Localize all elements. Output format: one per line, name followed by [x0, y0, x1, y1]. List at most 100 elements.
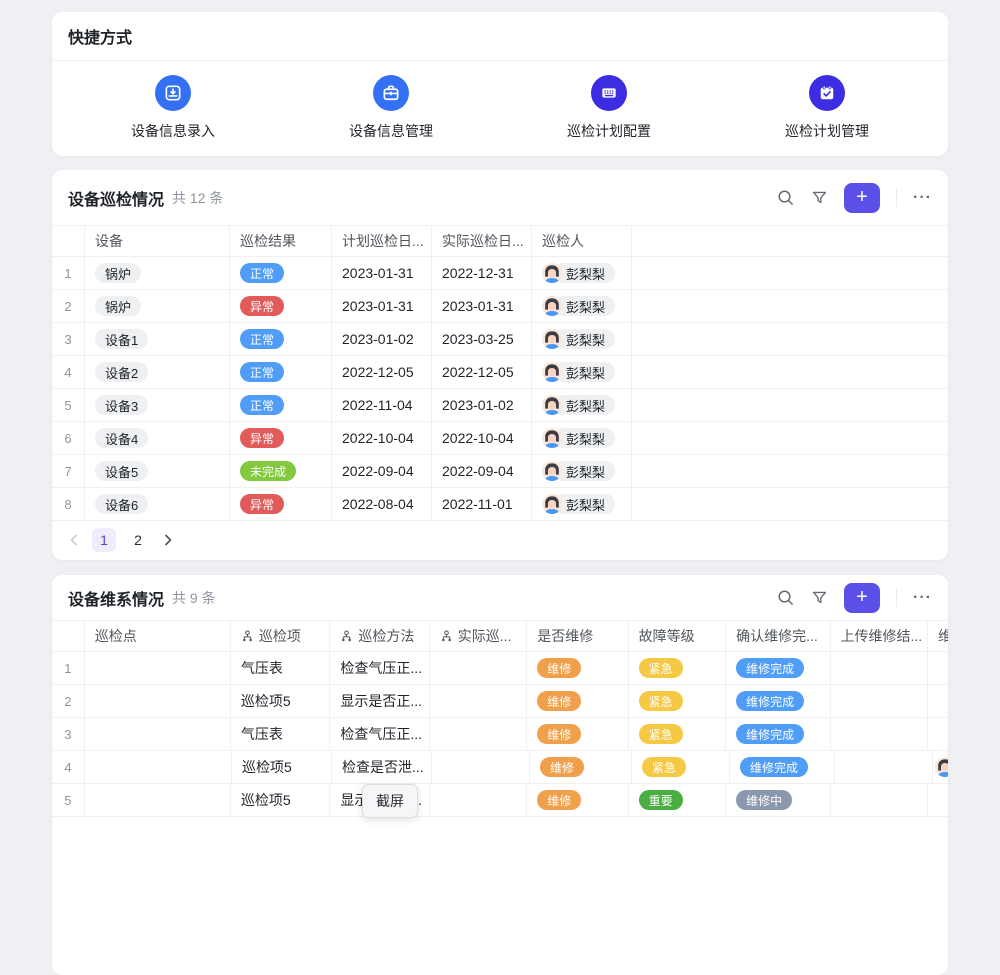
result-pill[interactable]: 异常	[240, 428, 284, 448]
table-row[interactable]: 7 设备5 未完成 2022-09-04 2022-09-04 彭梨梨	[52, 455, 948, 488]
table-row[interactable]: 4 巡检项5 检查是否泄... 维修 紧急 维修完成	[52, 751, 948, 784]
actual-cell[interactable]	[430, 652, 527, 684]
level-pill[interactable]: 重要	[639, 790, 683, 810]
upload-cell[interactable]	[831, 685, 928, 717]
filter-button[interactable]	[811, 189, 828, 206]
device-tag[interactable]: 设备5	[95, 461, 148, 481]
actual-date-cell[interactable]: 2022-11-01	[432, 488, 532, 520]
shortcut-plan-manage[interactable]: 巡检计划管理	[785, 75, 869, 141]
col-confirm[interactable]: 确认维修完...	[726, 621, 830, 651]
point-cell[interactable]	[85, 718, 231, 750]
actual-cell[interactable]	[432, 751, 530, 783]
plan-date-cell[interactable]: 2022-12-05	[332, 356, 432, 388]
actual-date-cell[interactable]: 2023-03-25	[432, 323, 532, 355]
device-tag[interactable]: 锅炉	[95, 263, 141, 283]
table-row[interactable]: 6 设备4 异常 2022-10-04 2022-10-04 彭梨梨	[52, 422, 948, 455]
table-row[interactable]: 2 锅炉 异常 2023-01-31 2023-01-31 彭梨梨	[52, 290, 948, 323]
table-row[interactable]: 3 气压表 检查气压正... 维修 紧急 维修完成	[52, 718, 948, 751]
col-item[interactable]: 巡检项	[231, 621, 330, 651]
col-result[interactable]: 巡检结果	[230, 226, 332, 256]
device-tag[interactable]: 设备4	[95, 428, 148, 448]
item-cell[interactable]: 巡检项5	[231, 685, 330, 717]
item-cell[interactable]: 气压表	[231, 718, 330, 750]
item-cell[interactable]: 巡检项5	[232, 751, 332, 783]
col-actual[interactable]: 实际巡...	[430, 621, 527, 651]
table-row[interactable]: 5 巡检项5 显示是否正... 维修 重要 维修中	[52, 784, 948, 817]
col-actual-date[interactable]: 实际巡检日...	[432, 226, 532, 256]
maintainer-cell[interactable]	[933, 751, 948, 783]
actual-date-cell[interactable]: 2023-01-02	[432, 389, 532, 421]
point-cell[interactable]	[85, 784, 231, 816]
inspector-cell[interactable]: 彭梨梨	[542, 428, 615, 448]
item-cell[interactable]: 巡检项5	[231, 784, 330, 816]
result-pill[interactable]: 正常	[240, 329, 284, 349]
point-cell[interactable]	[85, 751, 232, 783]
level-pill[interactable]: 紧急	[642, 757, 686, 777]
table-row[interactable]: 3 设备1 正常 2023-01-02 2023-03-25 彭梨梨	[52, 323, 948, 356]
plan-date-cell[interactable]: 2023-01-31	[332, 290, 432, 322]
actual-cell[interactable]	[430, 718, 527, 750]
col-method[interactable]: 巡检方法	[330, 621, 429, 651]
confirm-pill[interactable]: 维修完成	[736, 724, 804, 744]
device-tag[interactable]: 设备1	[95, 329, 148, 349]
maintainer-cell[interactable]	[928, 784, 948, 816]
level-pill[interactable]: 紧急	[639, 724, 683, 744]
result-pill[interactable]: 正常	[240, 395, 284, 415]
maintainer-cell[interactable]	[928, 685, 948, 717]
result-pill[interactable]: 未完成	[240, 461, 296, 481]
actual-date-cell[interactable]: 2022-10-04	[432, 422, 532, 454]
table-row[interactable]: 1 气压表 检查气压正... 维修 紧急 维修完成	[52, 652, 948, 685]
repair-pill[interactable]: 维修	[537, 658, 581, 678]
maintainer-cell[interactable]	[928, 652, 948, 684]
plan-date-cell[interactable]: 2022-11-04	[332, 389, 432, 421]
upload-cell[interactable]	[831, 718, 928, 750]
plan-date-cell[interactable]: 2022-08-04	[332, 488, 432, 520]
search-button[interactable]	[776, 588, 795, 607]
method-cell[interactable]: 检查气压正...	[330, 718, 429, 750]
actual-cell[interactable]	[430, 784, 527, 816]
col-level[interactable]: 故障等级	[629, 621, 726, 651]
inspector-cell[interactable]: 彭梨梨	[542, 329, 615, 349]
level-pill[interactable]: 紧急	[639, 658, 683, 678]
table-row[interactable]: 5 设备3 正常 2022-11-04 2023-01-02 彭梨梨	[52, 389, 948, 422]
inspector-cell[interactable]: 彭梨梨	[542, 296, 615, 316]
shortcut-device-manage[interactable]: 设备信息管理	[349, 75, 433, 141]
col-point[interactable]: 巡检点	[85, 621, 231, 651]
level-pill[interactable]: 紧急	[639, 691, 683, 711]
device-tag[interactable]: 设备3	[95, 395, 148, 415]
device-tag[interactable]: 设备2	[95, 362, 148, 382]
inspector-cell[interactable]: 彭梨梨	[542, 461, 615, 481]
result-pill[interactable]: 异常	[240, 296, 284, 316]
col-inspector[interactable]: 巡检人	[532, 226, 632, 256]
plan-date-cell[interactable]: 2023-01-02	[332, 323, 432, 355]
device-tag[interactable]: 设备6	[95, 494, 148, 514]
table-row[interactable]: 4 设备2 正常 2022-12-05 2022-12-05 彭梨梨	[52, 356, 948, 389]
page-2-button[interactable]: 2	[126, 528, 150, 552]
confirm-pill[interactable]: 维修完成	[736, 658, 804, 678]
more-button[interactable]: ···	[913, 189, 932, 207]
inspector-cell[interactable]: 彭梨梨	[542, 263, 615, 283]
method-cell[interactable]: 检查气压正...	[330, 652, 429, 684]
add-record-button[interactable]: +	[844, 183, 880, 213]
confirm-pill[interactable]: 维修中	[736, 790, 792, 810]
col-upload[interactable]: 上传维修结...	[831, 621, 928, 651]
table-row[interactable]: 2 巡检项5 显示是否正... 维修 紧急 维修完成	[52, 685, 948, 718]
next-page-button[interactable]	[160, 532, 176, 548]
table-row[interactable]: 8 设备6 异常 2022-08-04 2022-11-01 彭梨梨	[52, 488, 948, 521]
inspector-cell[interactable]: 彭梨梨	[542, 362, 615, 382]
shortcut-plan-config[interactable]: 巡检计划配置	[567, 75, 651, 141]
actual-cell[interactable]	[430, 685, 527, 717]
result-pill[interactable]: 异常	[240, 494, 284, 514]
plan-date-cell[interactable]: 2022-10-04	[332, 422, 432, 454]
result-pill[interactable]: 正常	[240, 263, 284, 283]
table-row[interactable]: 1 锅炉 正常 2023-01-31 2022-12-31 彭梨梨	[52, 257, 948, 290]
method-cell[interactable]: 显示是否正...	[330, 685, 429, 717]
search-button[interactable]	[776, 188, 795, 207]
plan-date-cell[interactable]: 2023-01-31	[332, 257, 432, 289]
item-cell[interactable]: 气压表	[231, 652, 330, 684]
upload-cell[interactable]	[835, 751, 933, 783]
device-tag[interactable]: 锅炉	[95, 296, 141, 316]
maintainer-cell[interactable]	[928, 718, 948, 750]
col-maintainer[interactable]: 维	[928, 621, 948, 651]
filter-button[interactable]	[811, 589, 828, 606]
